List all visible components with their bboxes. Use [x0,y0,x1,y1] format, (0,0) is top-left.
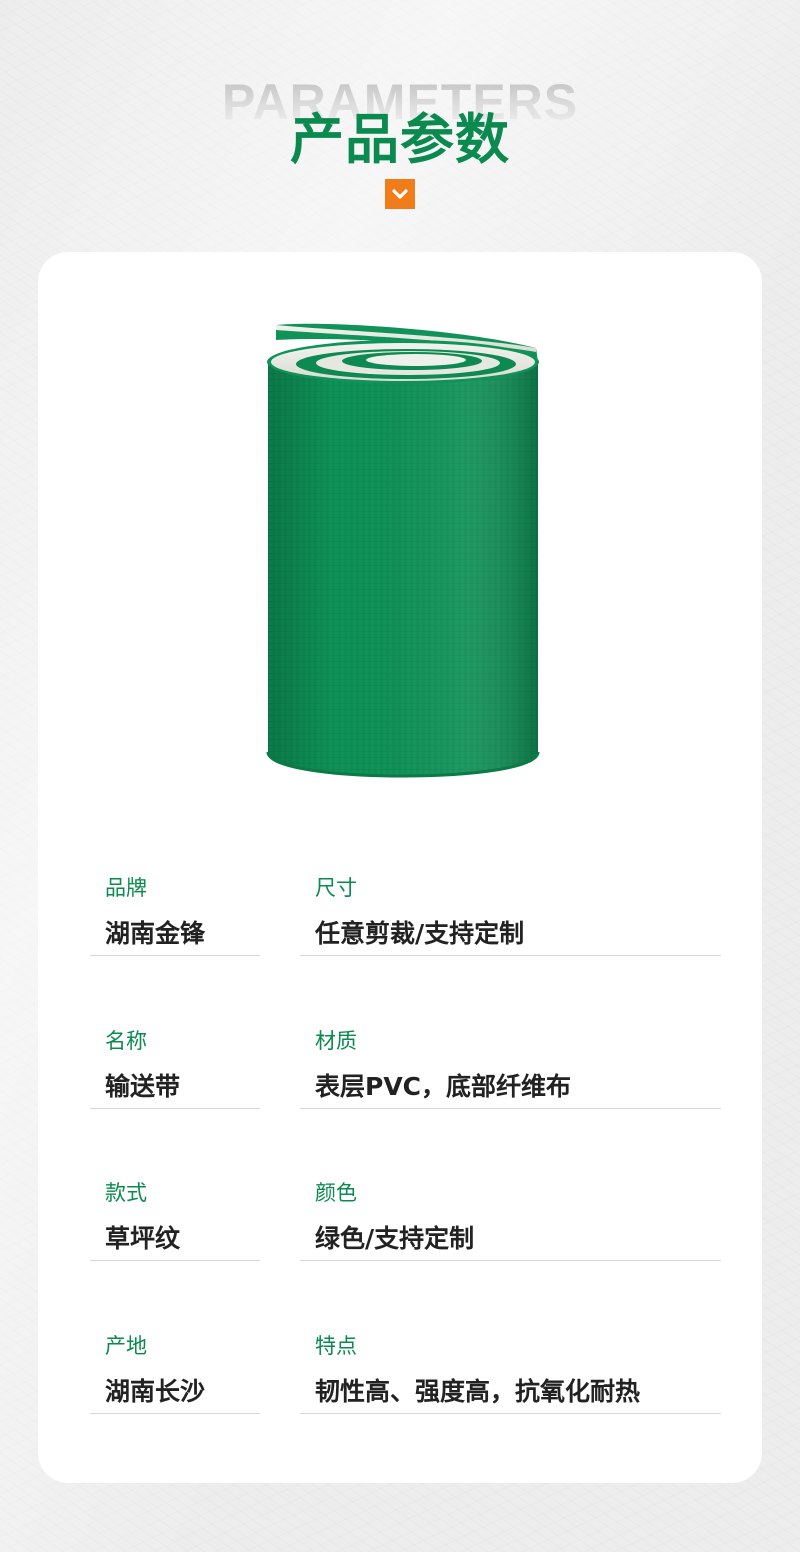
param-size: 尺寸 任意剪裁/支持定制 [300,852,721,956]
param-material: 材质 表层PVC，底部纤维布 [300,1005,721,1109]
param-label: 产地 [105,1334,147,1358]
param-origin: 产地 湖南长沙 [90,1310,260,1414]
section-header: PARAMETERS 产品参数 [0,0,800,240]
param-label: 款式 [105,1181,147,1205]
param-label: 材质 [315,1029,357,1053]
title-chinese: 产品参数 [290,108,510,171]
param-color: 颜色 绿色/支持定制 [300,1157,721,1261]
param-value: 湖南金锋 [105,919,206,948]
param-features: 特点 韧性高、强度高，抗氧化耐热 [300,1310,721,1414]
param-value: 表层PVC，底部纤维布 [315,1072,572,1101]
param-label: 名称 [105,1029,147,1053]
param-label: 品牌 [105,876,147,900]
param-value: 任意剪裁/支持定制 [315,919,525,948]
param-value: 绿色/支持定制 [315,1224,475,1253]
param-name: 名称 输送带 [90,1005,260,1109]
param-label: 颜色 [315,1181,357,1205]
param-label: 特点 [315,1334,357,1358]
param-value: 湖南长沙 [105,1377,206,1406]
parameters-card: 品牌 湖南金锋 尺寸 任意剪裁/支持定制 名称 输送带 材质 表层PVC，底部纤… [38,252,762,1483]
param-label: 尺寸 [315,876,357,900]
chevron-down-icon [385,179,415,209]
param-value: 输送带 [105,1072,181,1101]
param-value: 韧性高、强度高，抗氧化耐热 [315,1377,641,1406]
param-style: 款式 草坪纹 [90,1157,260,1261]
param-brand: 品牌 湖南金锋 [90,852,260,956]
param-value: 草坪纹 [105,1224,181,1253]
conveyor-belt-roll-image [266,323,540,778]
